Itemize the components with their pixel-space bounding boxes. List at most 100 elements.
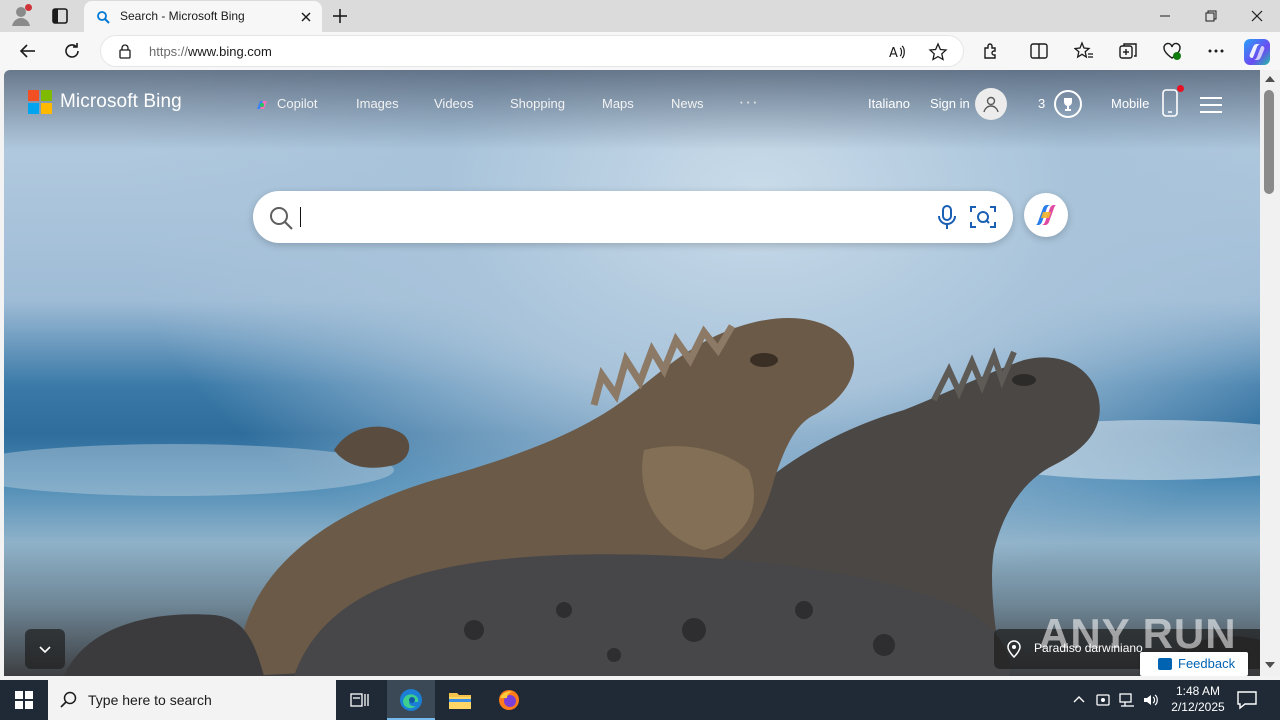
copilot-icon [1249,44,1265,60]
taskbar-firefox[interactable] [485,680,533,720]
mobile-phone-button[interactable] [1161,85,1184,118]
back-button[interactable] [16,39,40,63]
profile-button[interactable] [9,4,33,28]
extensions-button[interactable] [979,39,1003,63]
clock-date: 2/12/2025 [1171,700,1225,714]
copilot-search-button[interactable] [1024,193,1068,237]
taskbar-search-placeholder: Type here to search [88,692,212,708]
text-caret [300,207,301,227]
task-view-button[interactable] [336,680,384,720]
sign-in-avatar[interactable] [975,88,1007,120]
split-screen-button[interactable] [1027,39,1051,63]
taskbar-clock[interactable]: 1:48 AM 2/12/2025 [1160,683,1236,715]
plus-icon [333,9,347,23]
settings-more-button[interactable] [1204,39,1228,63]
settings-menu-button[interactable] [1200,97,1222,113]
visual-search-icon[interactable] [969,204,997,230]
tab-close-icon[interactable] [298,9,314,25]
url-text[interactable]: https://www.bing.com [149,44,272,59]
hamburger-line [1200,97,1222,99]
browser-essentials-button[interactable] [1160,39,1184,63]
restore-button[interactable] [1188,0,1234,32]
bing-logo-text: Microsoft Bing [60,91,182,112]
search-input[interactable] [299,203,919,231]
feedback-button[interactable]: Feedback [1140,652,1248,676]
lock-icon[interactable] [117,43,133,59]
heart-pulse-icon [1163,42,1181,60]
address-bar[interactable]: https://www.bing.com A [100,35,964,67]
url-host: www.bing.com [188,44,272,59]
favorites-button[interactable] [1072,39,1096,63]
edge-copilot-button[interactable] [1244,39,1270,65]
scrollbar-thumb[interactable] [1264,90,1274,194]
search-box[interactable] [253,191,1013,243]
split-screen-icon [1030,43,1048,59]
page-viewport: Microsoft Bing Copilot Images Videos Sho… [4,70,1260,676]
nav-news[interactable]: News [671,96,704,111]
user-icon [983,96,999,113]
restore-icon [1205,10,1217,22]
start-button[interactable] [0,680,48,720]
microphone-icon[interactable] [935,204,959,230]
profile-notification-dot [25,4,32,11]
nav-videos[interactable]: Videos [434,96,474,111]
notification-center-icon[interactable] [1236,690,1258,710]
chevron-down-icon [39,646,51,654]
puzzle-icon [984,43,996,59]
vertical-scrollbar[interactable] [1260,70,1280,676]
browser-toolbar: https://www.bing.com A [0,32,1280,70]
refresh-icon [65,43,79,58]
trophy-icon [1064,98,1072,111]
network-icon[interactable] [1118,691,1136,709]
nav-maps[interactable]: Maps [602,96,634,111]
rewards-count[interactable]: 3 [1038,96,1045,111]
language-link[interactable]: Italiano [868,96,910,111]
scroll-up-arrow[interactable] [1265,76,1275,82]
nav-shopping[interactable]: Shopping [510,96,565,111]
sign-in-link[interactable]: Sign in [930,96,970,111]
taskbar-file-explorer[interactable] [436,680,484,720]
scroll-down-button[interactable] [25,629,65,669]
taskbar-search-box[interactable]: Type here to search [48,680,336,720]
url-scheme: https:// [149,44,189,59]
minimize-button[interactable] [1142,0,1188,32]
mobile-notification-dot [1177,85,1184,92]
arrow-left-icon [19,44,35,58]
tab-actions-button[interactable] [50,6,70,26]
search-favicon-icon [97,11,110,24]
search-icon [60,691,77,708]
favorites-list-icon [1074,41,1093,59]
new-tab-button[interactable] [330,6,350,26]
bing-logo[interactable]: Microsoft Bing [28,90,182,114]
location-pin-icon [1007,640,1021,658]
collections-icon [1119,43,1137,59]
search-icon[interactable] [267,204,295,232]
rewards-button[interactable] [1054,90,1082,118]
refresh-button[interactable] [60,39,84,63]
close-icon [1251,10,1263,22]
nav-images[interactable]: Images [356,96,399,111]
tab-title: Search - Microsoft Bing [120,9,245,23]
scroll-down-arrow[interactable] [1265,662,1275,668]
edge-browser-icon [400,689,422,711]
read-aloud-icon[interactable]: A [887,42,907,62]
close-window-button[interactable] [1234,0,1280,32]
svg-text:A: A [889,46,898,61]
volume-icon[interactable] [1142,691,1160,709]
more-horizontal-icon [1208,49,1224,53]
feedback-chat-icon [1158,658,1172,670]
copilot-nav-icon [257,101,267,109]
mobile-link[interactable]: Mobile [1111,96,1149,111]
collections-button[interactable] [1116,39,1140,63]
security-tray-icon[interactable] [1094,691,1112,709]
task-view-icon [350,693,369,707]
firefox-icon [499,690,519,710]
favorite-star-icon[interactable] [928,42,948,62]
windows-taskbar: Type here to search 1:48 AM 2/12/2025 [0,680,1280,720]
feedback-label: Feedback [1178,656,1236,671]
taskbar-edge[interactable] [387,680,435,720]
tab-bing[interactable]: Search - Microsoft Bing [84,1,322,32]
nav-more-button[interactable]: ··· [739,94,759,112]
nav-copilot[interactable]: Copilot [277,96,317,111]
show-hidden-icons-chevron-icon[interactable] [1070,691,1088,709]
